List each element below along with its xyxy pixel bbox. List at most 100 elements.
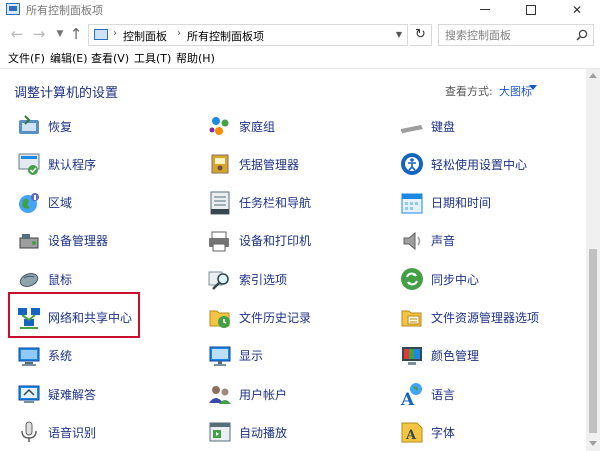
recent-locations-chevron-icon[interactable]: ▼ [52, 26, 68, 42]
control-panel-item[interactable]: A 字体 [399, 417, 455, 447]
control-panel-item[interactable]: 设备和打印机 [207, 226, 311, 256]
scroll-up-arrow-icon[interactable] [589, 73, 597, 78]
forward-arrow-icon[interactable]: → [31, 26, 47, 42]
breadcrumb-chevron-icon[interactable]: › [177, 28, 181, 39]
control-panel-item-label: 区域 [48, 196, 73, 211]
control-panel-item[interactable]: 显示 [207, 341, 263, 371]
taskbar-icon [207, 190, 233, 216]
address-bar[interactable]: › 控制面板 › 所有控制面板项 ▼ [88, 24, 408, 46]
minimize-icon [480, 9, 490, 10]
control-panel-item-label: 凭据管理器 [239, 157, 300, 172]
menu-file[interactable]: 文件(F) [8, 50, 45, 66]
control-panel-item[interactable]: 鼠标 [16, 264, 72, 294]
menu-edit[interactable]: 编辑(E) [50, 50, 88, 66]
control-panel-item-label: 索引选项 [239, 272, 288, 287]
default-programs-icon [16, 151, 42, 177]
control-panel-item-label: 日期和时间 [431, 196, 492, 211]
control-panel-item[interactable]: 轻松使用设置中心 [399, 149, 527, 179]
control-panel-item[interactable]: 设备管理器 [16, 226, 108, 256]
refresh-icon: ↻ [415, 27, 426, 42]
close-icon: ✕ [571, 2, 583, 17]
breadcrumb-control-panel[interactable]: 控制面板 [123, 28, 167, 44]
minimize-button[interactable] [462, 0, 508, 19]
control-panel-icon [6, 3, 20, 15]
date-time-icon [399, 190, 425, 216]
search-box[interactable] [438, 24, 594, 46]
content-area: 调整计算机的设置 查看方式: 大图标 恢复 家庭组 键盘 默认程序 凭据管理器 轻松使用设… [0, 68, 600, 451]
speech-recognition-icon [16, 419, 42, 445]
menu-view[interactable]: 查看(V) [91, 50, 129, 66]
control-panel-item[interactable]: 键盘 [399, 111, 455, 141]
vertical-scrollbar[interactable] [586, 69, 600, 451]
recovery-icon [16, 113, 42, 139]
control-panel-item-label: 自动播放 [239, 425, 288, 440]
control-panel-item[interactable]: 凭据管理器 [207, 149, 299, 179]
display-icon [207, 343, 233, 369]
control-panel-item-label: 鼠标 [48, 272, 73, 287]
scroll-down-arrow-icon[interactable] [589, 441, 597, 446]
devices-printers-icon [207, 228, 233, 254]
address-dropdown-icon[interactable]: ▼ [396, 30, 402, 39]
control-panel-item[interactable]: 默认程序 [16, 149, 96, 179]
control-panel-item-label: 疑难解答 [48, 387, 97, 402]
control-panel-item-label: 任务栏和导航 [239, 196, 312, 211]
control-panel-item[interactable]: 任务栏和导航 [207, 188, 311, 218]
breadcrumb-chevron-icon[interactable]: › [113, 28, 117, 39]
troubleshooting-icon [16, 381, 42, 407]
view-by-dropdown[interactable]: 大图标 [499, 83, 532, 99]
refresh-button[interactable]: ↻ [410, 24, 432, 46]
control-panel-item[interactable]: 恢复 [16, 111, 72, 141]
control-panel-item-label: 设备和打印机 [239, 234, 312, 249]
sync-center-icon [399, 266, 425, 292]
title-bar: 所有控制面板项 ✕ [0, 0, 600, 19]
language-icon: A [399, 381, 425, 410]
control-panel-item-label: 语音识别 [48, 425, 97, 440]
control-panel-item[interactable]: 文件历史记录 [207, 303, 311, 333]
control-panel-item[interactable]: 系统 [16, 341, 72, 371]
search-input[interactable] [439, 25, 569, 45]
back-arrow-icon[interactable]: ← [9, 26, 25, 42]
homegroup-icon [207, 113, 233, 139]
control-panel-item[interactable]: 同步中心 [399, 264, 479, 294]
control-panel-item[interactable]: 疑难解答 [16, 379, 96, 409]
control-panel-item-label: 默认程序 [48, 157, 97, 172]
control-panel-item-label: 声音 [431, 234, 456, 249]
highlight-annotation [8, 292, 140, 338]
breadcrumb-all-items[interactable]: 所有控制面板项 [187, 28, 264, 44]
window-title: 所有控制面板项 [26, 4, 103, 17]
page-title: 调整计算机的设置 [14, 86, 119, 101]
control-panel-item[interactable]: 文件资源管理器选项 [399, 303, 539, 333]
up-arrow-icon[interactable]: ↑ [68, 26, 84, 42]
control-panel-item-label: 显示 [239, 349, 264, 364]
control-panel-item[interactable]: 用户帐户 [207, 379, 287, 409]
control-panel-item[interactable]: 索引选项 [207, 264, 287, 294]
control-panel-item[interactable]: A 语言 [399, 379, 455, 410]
keyboard-icon [399, 113, 425, 139]
control-panel-item-label: 家庭组 [239, 119, 276, 134]
control-panel-item[interactable]: 声音 [399, 226, 455, 256]
close-button[interactable]: ✕ [554, 0, 600, 19]
maximize-button[interactable] [508, 0, 554, 19]
control-panel-item[interactable]: 语音识别 [16, 417, 96, 447]
control-panel-item-label: 轻松使用设置中心 [431, 157, 528, 172]
menu-bar: 文件(F) 编辑(E) 查看(V) 工具(T) 帮助(H) [0, 48, 600, 66]
svg-text:A: A [405, 428, 417, 443]
menu-tools[interactable]: 工具(T) [134, 50, 171, 66]
control-panel-item[interactable]: 自动播放 [207, 417, 287, 447]
sound-icon [399, 228, 425, 254]
menu-help[interactable]: 帮助(H) [176, 50, 215, 66]
control-panel-item[interactable]: 家庭组 [207, 111, 275, 141]
view-by-caret-icon[interactable] [529, 85, 537, 90]
scroll-thumb[interactable] [589, 249, 597, 433]
control-panel-item[interactable]: 颜色管理 [399, 341, 479, 371]
control-panel-item-label: 设备管理器 [48, 234, 109, 249]
search-icon[interactable] [576, 29, 588, 41]
control-panel-item[interactable]: 区域 [16, 188, 72, 218]
ease-of-access-icon [399, 151, 425, 177]
region-icon [16, 190, 42, 216]
control-panel-item[interactable]: 日期和时间 [399, 188, 491, 218]
file-history-icon [207, 305, 233, 331]
control-panel-item-label: 字体 [431, 425, 456, 440]
user-accounts-icon [207, 381, 233, 407]
maximize-icon [526, 4, 536, 15]
